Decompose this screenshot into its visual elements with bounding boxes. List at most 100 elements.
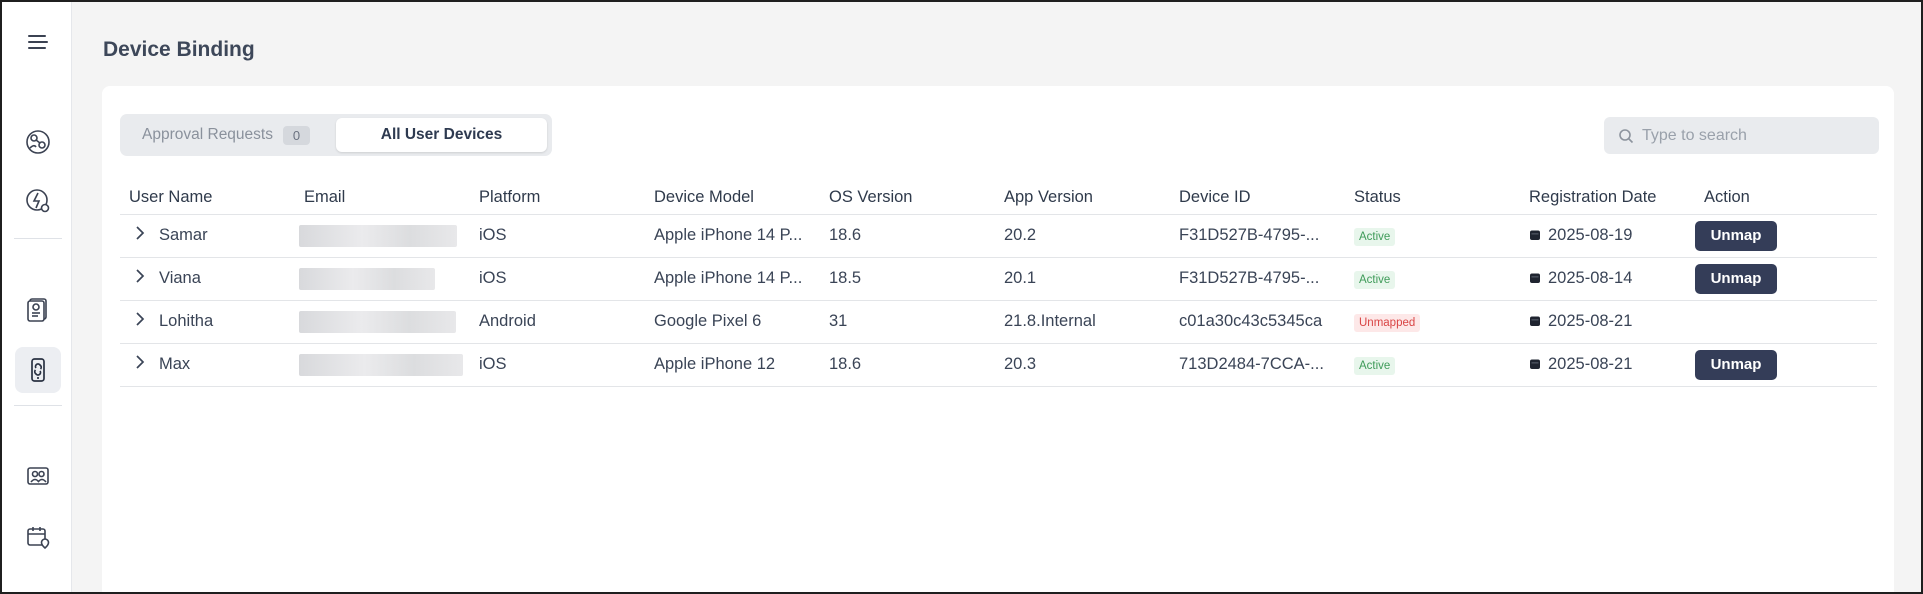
device-link-icon [31,358,45,382]
column-header-user-name[interactable]: User Name [120,182,295,214]
report-document-icon [27,298,47,322]
device-model: Apple iPhone 14 P... [654,269,803,287]
registration-date-cell: 2025-08-14 [1520,256,1695,300]
sidebar-item-reports[interactable] [15,286,61,332]
column-header-os-version[interactable]: OS Version [820,182,995,214]
platform-cell: iOS [470,342,645,387]
registration-date-cell: 2025-08-19 [1520,213,1695,257]
device-model-cell: Apple iPhone 12 [645,342,820,387]
column-header-registration-date[interactable]: Registration Date [1520,182,1695,214]
os-version-cell: 18.5 [820,256,995,300]
device-model-cell: Apple iPhone 14 P... [645,256,820,300]
expand-row-button[interactable] [129,352,159,377]
app-version-cell: 20.1 [995,256,1170,300]
registration-date-cell: 2025-08-21 [1520,299,1695,343]
table-row[interactable]: Samar iOS Apple iPhone 14 P... 18.6 20.2… [120,213,1877,257]
tab-all-user-devices[interactable]: All User Devices [336,118,547,152]
page-title: Device Binding [103,38,255,61]
table-row[interactable]: Max iOS Apple iPhone 12 18.6 20.3 713D24… [120,342,1877,387]
unmap-button[interactable]: Unmap [1695,220,1777,251]
search-box [1604,117,1879,154]
calendar-icon [1530,230,1540,240]
location-network-icon [26,130,50,154]
os-version-cell: 31 [820,299,995,343]
action-cell: Unmap [1695,256,1877,300]
platform-cell: Android [470,299,645,343]
unmap-button[interactable]: Unmap [1695,263,1777,294]
user-name-cell: Lohitha [120,299,295,343]
expand-row-button[interactable] [129,266,159,291]
registration-date: 2025-08-19 [1548,226,1633,244]
email-cell [295,342,470,387]
user-name-cell: Viana [120,256,295,300]
app-version-cell: 21.8.Internal [995,299,1170,343]
tab-approval-requests[interactable]: Approval Requests 0 [126,118,326,152]
redacted-email [299,267,435,290]
table-header-row: User Name Email Platform Device Model OS… [120,182,1877,214]
status-badge: Active [1354,227,1396,246]
status-badge: Unmapped [1354,313,1421,332]
email-cell [295,213,470,257]
os-version-cell: 18.6 [820,342,995,387]
table-row[interactable]: Lohitha Android Google Pixel 6 31 21.8.I… [120,299,1877,343]
app-version-cell: 20.2 [995,213,1170,257]
sidebar-divider [14,238,62,239]
device-model-cell: Apple iPhone 14 P... [645,213,820,257]
status-badge: Active [1354,270,1396,289]
column-header-device-model[interactable]: Device Model [645,182,820,214]
chevron-right-icon [136,226,145,240]
email-cell [295,299,470,343]
app-version-cell: 20.3 [995,342,1170,387]
device-id-cell: c01a30c43c5345ca [1170,299,1345,343]
table-row[interactable]: Viana iOS Apple iPhone 14 P... 18.5 20.1… [120,256,1877,300]
user-name: Lohitha [159,311,214,330]
column-header-email[interactable]: Email [295,182,470,214]
device-model-cell: Google Pixel 6 [645,299,820,343]
column-header-device-id[interactable]: Device ID [1170,182,1345,214]
tab-approval-requests-label: Approval Requests [142,126,273,143]
lightning-location-icon [26,189,50,213]
column-header-status[interactable]: Status [1345,182,1520,214]
sidebar-item-locations[interactable] [15,119,61,165]
menu-toggle-button[interactable] [15,19,61,65]
platform-cell: iOS [470,213,645,257]
calendar-icon [1530,359,1540,369]
sidebar-item-schedule[interactable] [15,514,61,560]
search-icon [1619,129,1634,144]
email-cell [295,256,470,300]
tab-all-user-devices-label: All User Devices [380,126,503,143]
column-header-app-version[interactable]: App Version [995,182,1170,214]
sidebar-item-teams[interactable] [15,453,61,499]
redacted-email [299,224,457,247]
action-cell: Unmap [1695,342,1877,387]
status-cell: Active [1345,256,1520,300]
unmap-button[interactable]: Unmap [1695,349,1777,380]
status-badge: Active [1354,356,1396,375]
calendar-location-icon [27,527,50,550]
action-cell [1695,299,1877,343]
registration-date-cell: 2025-08-21 [1520,342,1695,387]
device-id-cell: 713D2484-7CCA-... [1170,342,1345,387]
expand-row-button[interactable] [129,309,159,334]
sidebar [2,2,72,592]
user-name-cell: Max [120,342,295,387]
sidebar-divider [14,405,62,406]
user-name: Samar [159,225,208,244]
main-content: Device Binding Approval Requests 0 All U… [72,2,1921,592]
sidebar-item-device-binding[interactable] [15,347,61,393]
sidebar-item-activity[interactable] [15,178,61,224]
device-id-cell: F31D527B-4795-... [1170,256,1345,300]
registration-date: 2025-08-21 [1548,355,1633,373]
user-name: Max [159,354,191,373]
registration-date: 2025-08-14 [1548,269,1633,287]
chevron-right-icon [136,312,145,326]
calendar-icon [1530,273,1540,283]
chevron-right-icon [136,355,145,369]
column-header-platform[interactable]: Platform [470,182,645,214]
expand-row-button[interactable] [129,223,159,248]
tab-bar: Approval Requests 0 All User Devices [120,114,552,156]
status-cell: Unmapped [1345,299,1520,343]
os-version-cell: 18.6 [820,213,995,257]
search-input[interactable] [1642,117,1874,154]
devices-table: User Name Email Platform Device Model OS… [120,182,1877,387]
